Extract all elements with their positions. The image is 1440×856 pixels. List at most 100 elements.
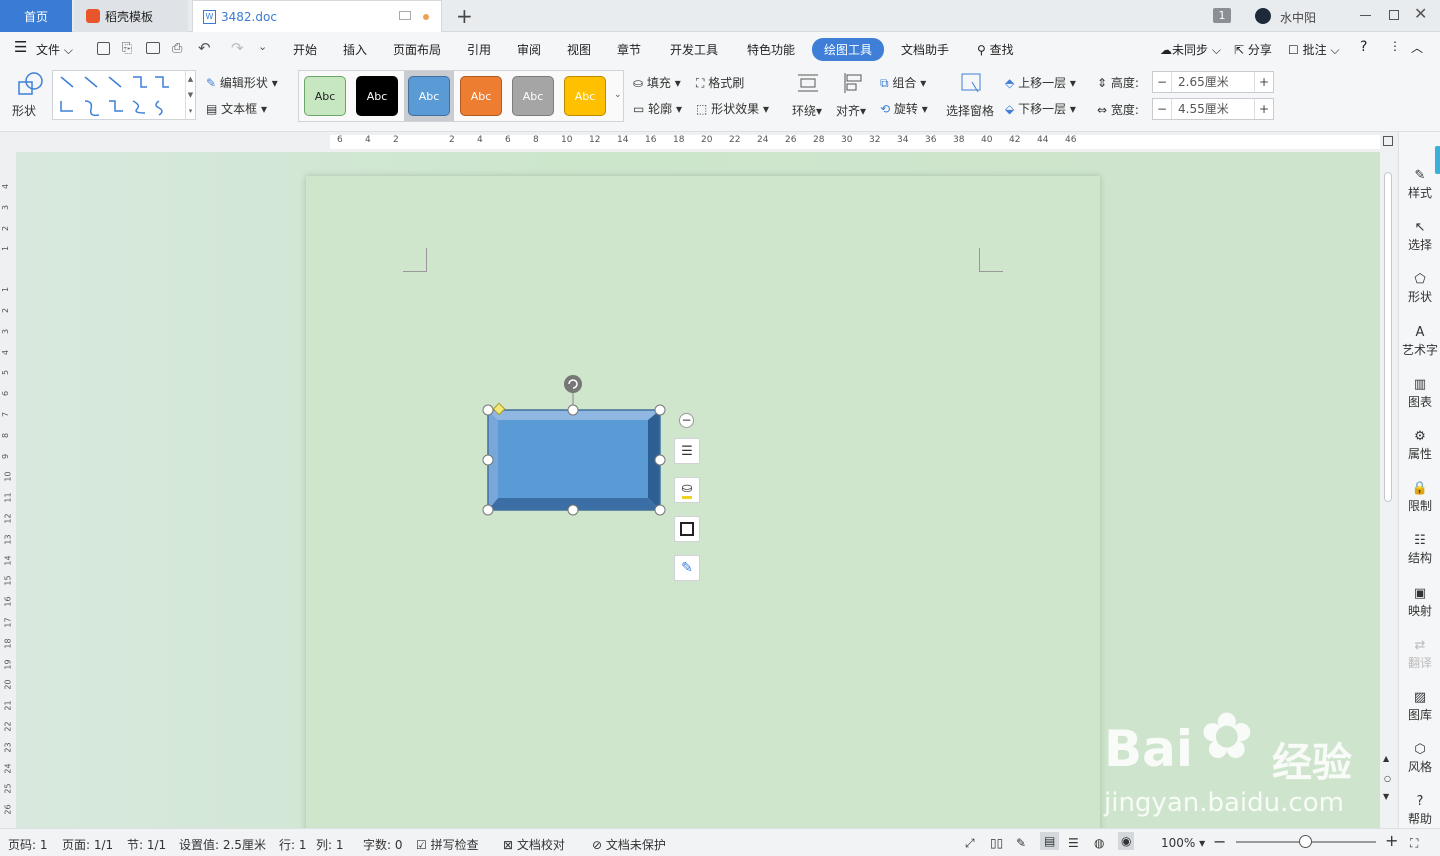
read-mode-icon[interactable]: ▯▯ [990, 836, 1003, 850]
sync-button[interactable]: ☁未同步 ⌵ [1160, 41, 1221, 58]
redo-icon[interactable]: ↷ [231, 39, 244, 57]
tab-template[interactable]: 稻壳模板 [74, 0, 188, 32]
status-words[interactable]: 字数: 0 [363, 836, 403, 853]
outline-view-icon[interactable]: ☰ [1068, 836, 1079, 850]
collapse-ribbon-icon[interactable]: ︿ [1411, 39, 1423, 56]
document-page[interactable] [306, 176, 1100, 836]
menu-doc-assistant[interactable]: 文档助手 [901, 41, 949, 58]
fit-page-icon[interactable]: ⛶ [1410, 836, 1418, 851]
vertical-scrollbar[interactable]: ▲ ○ ▼ [1380, 152, 1396, 828]
protect-button[interactable]: ⊘ 文档未保护 [592, 836, 666, 853]
width-increase-button[interactable]: + [1255, 102, 1273, 116]
style-swatch-green[interactable]: Abc [304, 76, 346, 116]
zoom-level[interactable]: 100% ▾ [1161, 836, 1205, 850]
style-swatch-orange[interactable]: Abc [460, 76, 502, 116]
line-shapes-gallery[interactable]: ▲ ▼ ▾ [52, 70, 196, 120]
sidebar-item-12[interactable]: ? 帮助 [1399, 794, 1440, 827]
share-button[interactable]: ⇱ 分享 [1234, 41, 1272, 58]
avatar[interactable] [1255, 8, 1271, 24]
tab-document[interactable]: W 3482.doc [192, 0, 442, 32]
status-pages[interactable]: 页面: 1/1 [62, 836, 113, 853]
zoom-in-button[interactable]: + [1385, 831, 1398, 850]
menu-drawing-tools[interactable]: 绘图工具 [812, 38, 885, 61]
menu-review[interactable]: 审阅 [517, 41, 541, 58]
bring-forward-button[interactable]: ⬘ 上移一层 ▾ [1005, 74, 1076, 91]
print-icon[interactable] [146, 42, 160, 54]
scroll-prev-page-icon[interactable]: ○ [1384, 774, 1391, 783]
scroll-next-page-icon[interactable]: ▼ [1383, 792, 1389, 801]
float-edit-button[interactable]: ✎ [674, 555, 700, 581]
menu-special[interactable]: 特色功能 [747, 41, 795, 58]
float-fill-button[interactable]: ⛀ [674, 477, 700, 503]
proofread-button[interactable]: ⊠ 文档校对 [503, 836, 565, 853]
menu-start[interactable]: 开始 [293, 41, 317, 58]
float-outline-button[interactable] [674, 516, 700, 542]
style-swatch-black[interactable]: Abc [356, 76, 398, 116]
menu-icon[interactable]: ☰ [14, 38, 27, 56]
sidebar-item-8[interactable]: ▣ 映射 [1399, 586, 1440, 619]
rotate-handle-icon[interactable] [564, 375, 582, 393]
fullscreen-icon[interactable]: ⤢ [965, 836, 975, 851]
sidebar-item-1[interactable]: ↖ 选择 [1399, 220, 1440, 253]
comment-button[interactable]: ☐ 批注 ⌵ [1288, 41, 1340, 58]
minimize-icon[interactable] [1360, 15, 1371, 16]
shape-effect-button[interactable]: ⬚ 形状效果 ▾ [696, 100, 769, 117]
eye-protection-icon[interactable]: ◉ [1118, 832, 1135, 850]
fill-button[interactable]: ⛀ 填充 ▾ [633, 74, 681, 91]
sidebar-item-3[interactable]: A 艺术字 [1399, 325, 1440, 358]
scroll-up-icon[interactable]: ▲ [1383, 754, 1389, 763]
page-view-icon[interactable]: ▤ [1040, 832, 1060, 850]
menu-insert[interactable]: 插入 [343, 41, 367, 58]
width-decrease-button[interactable]: − [1153, 102, 1171, 116]
search-button[interactable]: ⚲ 查找 [977, 41, 1014, 58]
sidebar-item-4[interactable]: ▥ 图表 [1399, 377, 1440, 410]
menu-layout[interactable]: 页面布局 [393, 41, 441, 58]
window-count-badge[interactable]: 1 [1213, 8, 1231, 23]
user-name[interactable]: 水中阳 [1280, 9, 1316, 26]
sidebar-item-11[interactable]: ⬡ 风格 [1399, 742, 1440, 775]
zoom-out-button[interactable]: − [1213, 832, 1226, 851]
group-button[interactable]: ⧉ 组合 ▾ [880, 74, 926, 91]
textbox-button[interactable]: ▤ 文本框 ▾ [206, 100, 267, 117]
status-page[interactable]: 页码: 1 [8, 836, 48, 853]
wrap-button[interactable]: 环绕▾ [790, 72, 828, 120]
style-swatch-blue[interactable]: Abc [408, 76, 450, 116]
new-tab-button[interactable]: + [456, 4, 473, 28]
bevel-shape[interactable] [480, 372, 670, 518]
height-stepper[interactable]: −2.65厘米 + [1152, 71, 1274, 93]
restore-icon[interactable] [1389, 10, 1399, 20]
customize-toolbar-icon[interactable]: ⌄ [258, 40, 267, 53]
collapse-float-toolbar-icon[interactable]: − [679, 413, 694, 428]
more-icon[interactable]: ⋮ [1389, 39, 1401, 53]
menu-section[interactable]: 章节 [617, 41, 641, 58]
spell-check-button[interactable]: ☑ 拼写检查 [416, 836, 479, 853]
status-setting[interactable]: 设置值: 2.5厘米 [179, 836, 266, 853]
styles-more-icon[interactable]: ⌄ [614, 90, 622, 100]
vertical-ruler[interactable]: 4 3 2 1 1 2 3 4 5 6 7 8 9 10 11 12 13 14 15 16 17 18 19 20 21 22 2… [0, 152, 16, 828]
sidebar-item-7[interactable]: ☷ 结构 [1399, 533, 1440, 566]
status-section[interactable]: 节: 1/1 [127, 836, 166, 853]
height-input[interactable]: 2.65厘米 [1171, 72, 1255, 92]
write-mode-icon[interactable]: ✎ [1016, 836, 1026, 850]
sidebar-item-0[interactable]: ✎ 样式 [1399, 168, 1440, 201]
status-col[interactable]: 列: 1 [316, 836, 344, 853]
menu-file[interactable]: 文件 ⌵ [36, 41, 73, 58]
undo-icon[interactable]: ↶ [198, 39, 211, 57]
width-input[interactable]: 4.55厘米 [1171, 99, 1255, 119]
rotate-button[interactable]: ⟲ 旋转 ▾ [880, 100, 928, 117]
save-icon[interactable] [97, 42, 110, 55]
web-view-icon[interactable]: ◍ [1094, 836, 1104, 850]
close-icon[interactable]: ✕ [1414, 4, 1427, 23]
shapes-gallery-button[interactable]: 形状 [10, 72, 48, 120]
width-stepper[interactable]: −4.55厘米 + [1152, 98, 1274, 120]
help-icon[interactable]: ? [1360, 39, 1367, 55]
menu-view[interactable]: 视图 [567, 41, 591, 58]
menu-developer[interactable]: 开发工具 [670, 41, 718, 58]
status-row[interactable]: 行: 1 [279, 836, 307, 853]
sidebar-item-10[interactable]: ▨ 图库 [1399, 690, 1440, 723]
sidebar-item-2[interactable]: ⬠ 形状 [1399, 272, 1440, 305]
align-button[interactable]: 对齐▾ [836, 72, 874, 120]
scroll-thumb[interactable] [1384, 172, 1392, 502]
monitor-icon[interactable] [399, 11, 411, 20]
outline-button[interactable]: ▭ 轮廓 ▾ [633, 100, 682, 117]
